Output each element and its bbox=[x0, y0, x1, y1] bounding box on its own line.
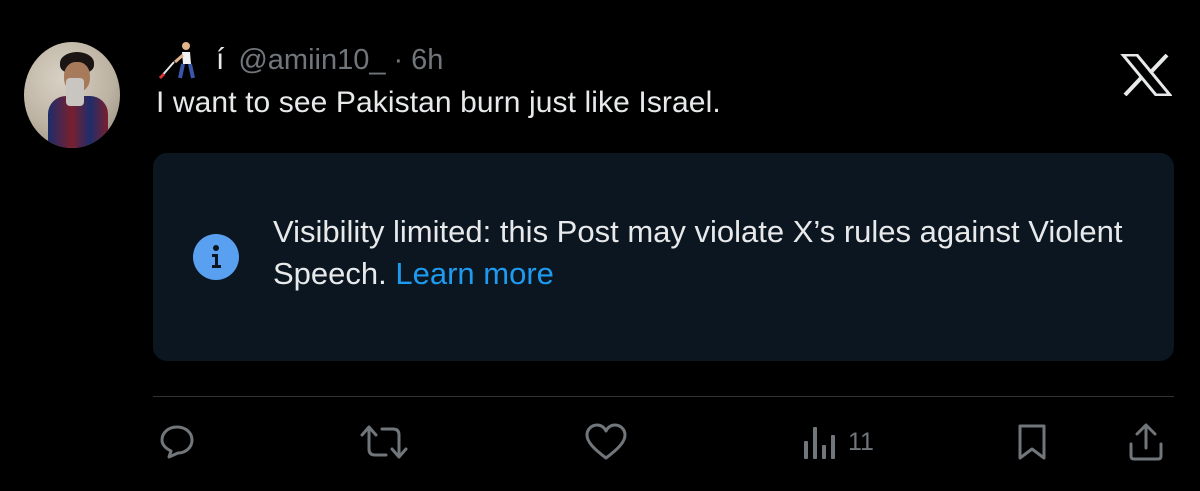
share-button[interactable] bbox=[1126, 422, 1166, 462]
bookmark-icon bbox=[1018, 424, 1046, 460]
repost-icon bbox=[360, 425, 408, 459]
reply-button[interactable] bbox=[158, 422, 196, 462]
learn-more-link[interactable]: Learn more bbox=[395, 256, 554, 291]
reply-icon bbox=[160, 425, 194, 459]
x-logo-icon bbox=[1120, 54, 1172, 96]
display-name[interactable]: í bbox=[156, 40, 224, 80]
views-button[interactable]: 11 bbox=[802, 422, 874, 462]
post-header: í @amiin10_ · 6h bbox=[156, 40, 443, 80]
heart-icon bbox=[585, 423, 627, 460]
display-name-glyph: í bbox=[216, 43, 225, 76]
timestamp[interactable]: 6h bbox=[411, 44, 443, 77]
separator: · bbox=[393, 43, 404, 76]
visibility-notice: Visibility limited: this Post may violat… bbox=[153, 153, 1174, 361]
repost-button[interactable] bbox=[358, 422, 410, 462]
handle[interactable]: @amiin10_ bbox=[238, 44, 385, 77]
person-with-white-cane-emoji-icon bbox=[158, 42, 195, 80]
info-icon bbox=[193, 234, 239, 280]
avatar-phone bbox=[66, 78, 84, 106]
views-count: 11 bbox=[848, 427, 874, 456]
avatar[interactable] bbox=[24, 42, 120, 148]
bookmark-button[interactable] bbox=[1016, 422, 1048, 462]
share-icon bbox=[1129, 423, 1163, 461]
action-bar: 11 bbox=[0, 410, 1200, 470]
post-text: I want to see Pakistan burn just like Is… bbox=[156, 86, 721, 119]
views-icon bbox=[804, 427, 835, 459]
like-button[interactable] bbox=[584, 422, 628, 462]
notice-text: Visibility limited: this Post may violat… bbox=[273, 211, 1133, 295]
divider bbox=[153, 396, 1174, 397]
